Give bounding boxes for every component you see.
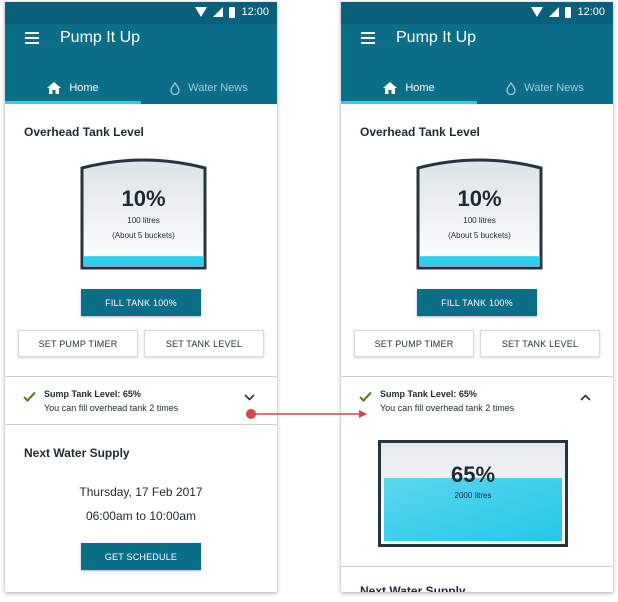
app-title: Pump It Up xyxy=(396,29,477,46)
overhead-tank-title: Overhead Tank Level xyxy=(360,125,480,139)
water-drop-icon xyxy=(170,81,180,95)
app-title: Pump It Up xyxy=(60,29,141,46)
divider xyxy=(5,424,277,425)
overhead-tank-percent: 10% xyxy=(457,186,502,211)
sump-tank-subtitle: You can fill overhead tank 2 times xyxy=(380,403,515,413)
tab-water-news-label: Water News xyxy=(188,82,248,94)
overhead-tank-litres: 100 litres xyxy=(463,216,496,225)
sump-tank-percent: 65% xyxy=(450,462,496,487)
divider xyxy=(341,566,613,567)
tab-water-news[interactable]: Water News xyxy=(477,72,613,104)
divider xyxy=(341,376,613,377)
menu-icon[interactable] xyxy=(25,32,39,44)
tab-home-label: Home xyxy=(69,82,99,94)
wifi-icon xyxy=(531,7,544,17)
sump-tank-title: Sump Tank Level: 65% xyxy=(380,389,477,399)
sump-tank-litres: 2000 litres xyxy=(454,491,492,500)
next-water-supply-title: Next Water Supply xyxy=(24,446,130,460)
status-bar: 12:00 xyxy=(341,2,613,24)
overhead-tank-percent: 10% xyxy=(121,186,166,211)
signal-icon xyxy=(213,7,224,17)
set-pump-timer-button[interactable]: SET PUMP TIMER xyxy=(18,330,138,357)
home-icon xyxy=(47,82,62,94)
tab-bar: Home Water News xyxy=(341,72,613,104)
menu-icon[interactable] xyxy=(361,32,375,44)
overhead-tank-title: Overhead Tank Level xyxy=(24,125,144,139)
supply-date: Thursday, 17 Feb 2017 xyxy=(79,485,203,499)
tab-water-news-label: Water News xyxy=(524,82,584,94)
status-bar: 12:00 xyxy=(5,2,277,24)
status-time: 12:00 xyxy=(577,6,605,18)
home-icon xyxy=(383,82,398,94)
chevron-up-icon[interactable] xyxy=(580,394,591,401)
battery-icon xyxy=(229,6,236,18)
app-bar: 12:00 Pump It Up Home Water News xyxy=(341,2,613,104)
get-schedule-button[interactable]: GET SCHEDULE xyxy=(81,543,201,570)
app-bar: 12:00 Pump It Up Home Water News xyxy=(5,2,277,104)
wifi-icon xyxy=(195,7,208,17)
tab-bar: Home Water News xyxy=(5,72,277,104)
phone-screen-collapsed: 12:00 Pump It Up Home Water News Overhea… xyxy=(5,2,277,592)
status-time: 12:00 xyxy=(241,6,269,18)
water-level-fill xyxy=(420,256,539,266)
set-pump-timer-button[interactable]: SET PUMP TIMER xyxy=(354,330,474,357)
tab-home[interactable]: Home xyxy=(5,72,141,104)
water-level-fill xyxy=(84,256,203,266)
overhead-tank-gauge: 10% 100 litres (About 5 buckets) xyxy=(415,156,544,271)
signal-icon xyxy=(549,7,560,17)
tab-water-news[interactable]: Water News xyxy=(141,72,277,104)
tab-home-label: Home xyxy=(405,82,435,94)
overhead-tank-buckets: (About 5 buckets) xyxy=(112,231,175,240)
check-icon xyxy=(359,391,372,402)
overhead-tank-buckets: (About 5 buckets) xyxy=(448,231,511,240)
battery-icon xyxy=(565,6,572,18)
next-water-supply-title: Next Water Supply xyxy=(360,584,466,592)
sump-tank-title: Sump Tank Level: 65% xyxy=(44,389,141,399)
set-tank-level-button[interactable]: SET TANK LEVEL xyxy=(144,330,264,357)
chevron-down-icon[interactable] xyxy=(244,394,255,401)
supply-time: 06:00am to 10:00am xyxy=(85,509,197,523)
fill-tank-button[interactable]: FILL TANK 100% xyxy=(417,289,537,316)
divider xyxy=(5,376,277,377)
tab-home[interactable]: Home xyxy=(341,72,477,104)
overhead-tank-litres: 100 litres xyxy=(127,216,160,225)
phone-screen-expanded: 12:00 Pump It Up Home Water News Overhea… xyxy=(341,2,613,592)
overhead-tank-gauge: 10% 100 litres (About 5 buckets) xyxy=(79,156,208,271)
fill-tank-button[interactable]: FILL TANK 100% xyxy=(81,289,201,316)
set-tank-level-button[interactable]: SET TANK LEVEL xyxy=(480,330,600,357)
sump-tank-subtitle: You can fill overhead tank 2 times xyxy=(44,403,179,413)
water-drop-icon xyxy=(506,81,516,95)
check-icon xyxy=(23,391,36,402)
